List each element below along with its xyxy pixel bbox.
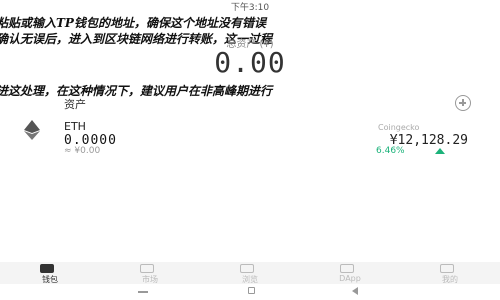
home-icon[interactable] [248,287,255,294]
add-token-icon[interactable] [455,95,471,111]
back-icon[interactable] [352,287,358,295]
nav-label: DApp [339,274,361,283]
asset-symbol: ETH [64,120,86,133]
nav-market[interactable]: 市场 [100,262,200,284]
price-source: Coingecko [378,123,420,132]
asset-change: 6.46% [376,146,405,156]
assets-tab[interactable]: 资产 [64,96,86,112]
dapp-icon [340,264,354,273]
wallet-icon [40,264,54,273]
overlay-text-line-1: 粘贴或输入TP钱包的地址，确保这个地址没有错误 [0,16,266,30]
nav-profile[interactable]: 我的 [400,262,500,284]
overlay-text-line-3: 进这处理，在这种情况下，建议用户在非高峰期进行 [0,84,273,98]
menu-icon[interactable] [138,291,148,293]
change-up-icon [435,148,445,154]
nav-browse[interactable]: 浏览 [200,262,300,284]
status-time: 下午3:10 [230,3,270,13]
status-bar: 下午3:10 [0,0,500,14]
browse-icon [240,264,254,273]
market-icon [140,264,154,273]
eth-icon [24,120,40,140]
nav-wallet[interactable]: 钱包 [0,262,100,284]
nav-dapp[interactable]: DApp [300,262,400,284]
asset-value: ≈ ¥0.00 [64,146,101,156]
total-assets-amount: 0.00 [214,46,286,79]
profile-icon [440,264,454,273]
